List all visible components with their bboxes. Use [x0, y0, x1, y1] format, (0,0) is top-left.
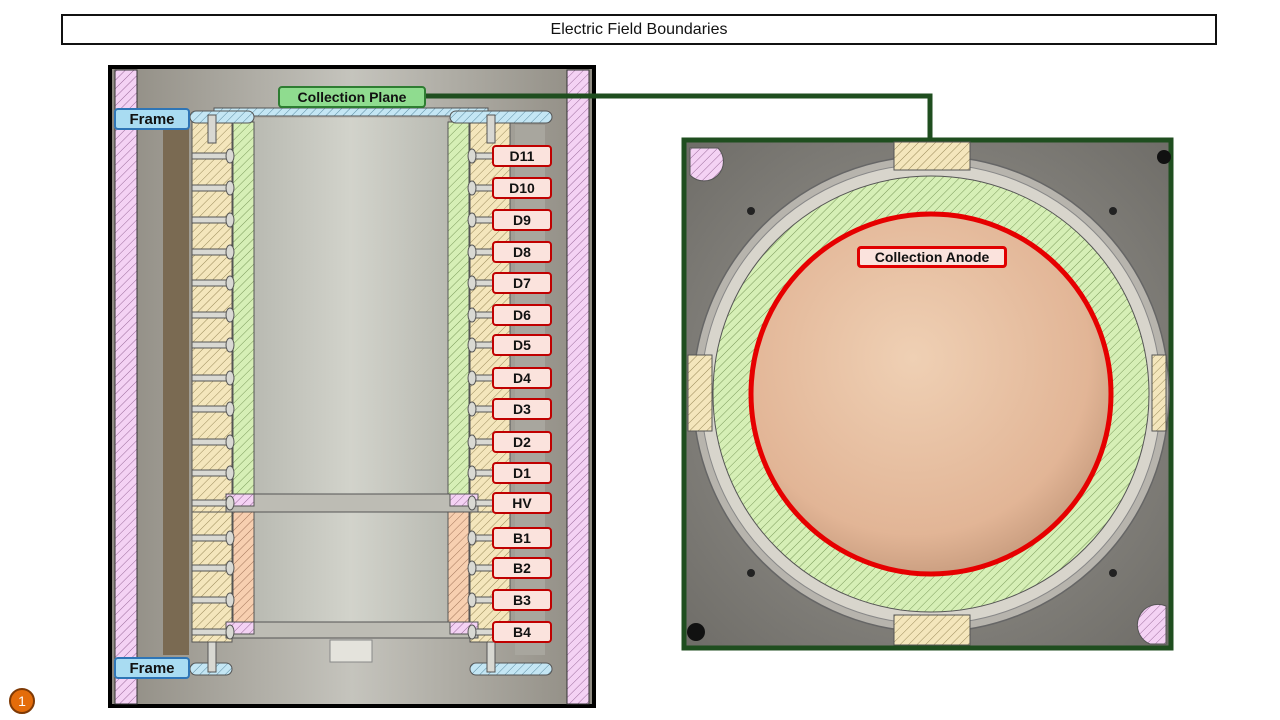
collection-anode-label: Collection Anode [857, 246, 1007, 268]
bolt [191, 499, 231, 507]
bolt-head [225, 592, 235, 608]
bolt [191, 628, 231, 636]
bolt-head [225, 180, 235, 196]
support-rod [163, 125, 189, 655]
drift-electrode-left [232, 121, 255, 495]
bolt [191, 405, 231, 413]
bolt-head [467, 592, 477, 608]
hv-plane [225, 493, 479, 513]
electrode-label-b3: B3 [492, 589, 552, 611]
slide-number-badge: 1 [9, 688, 35, 714]
drift-volume [254, 118, 448, 498]
bolt-head [225, 244, 235, 260]
bolt-head [225, 148, 235, 164]
frame-bottom-label: Frame [114, 657, 190, 679]
electrode-label-d6: D6 [492, 304, 552, 326]
drift-electrode-right [447, 121, 470, 495]
collection-anode-disk [748, 211, 1114, 577]
bottom-electrode-left [232, 511, 255, 625]
collection-plane-label: Collection Plane [278, 86, 426, 108]
bolt [191, 596, 231, 604]
electrode-label-d9: D9 [492, 209, 552, 231]
bolt-head [467, 370, 477, 386]
electrode-label-d5: D5 [492, 334, 552, 356]
frame-wall-right [566, 69, 590, 705]
bolt-head [467, 495, 477, 511]
bolt-head [467, 560, 477, 576]
bolt [191, 152, 231, 160]
electrode-label-d1: D1 [492, 462, 552, 484]
bolt [191, 438, 231, 446]
electrode-label-b1: B1 [492, 527, 552, 549]
bolt [191, 184, 231, 192]
bolt [191, 374, 231, 382]
bolt-head [467, 244, 477, 260]
electrode-label-d4: D4 [492, 367, 552, 389]
bolt [191, 248, 231, 256]
cross-section-diagram [108, 65, 1174, 708]
bolt-head [467, 180, 477, 196]
electrode-label-d3: D3 [492, 398, 552, 420]
bolt-head [225, 212, 235, 228]
bolt-head [467, 212, 477, 228]
bolt [191, 341, 231, 349]
bolt [191, 534, 231, 542]
electrode-label-b2: B2 [492, 557, 552, 579]
electrode-label-d10: D10 [492, 177, 552, 199]
bolt-head [225, 337, 235, 353]
collection-plane-bar [213, 107, 489, 117]
bolt [191, 279, 231, 287]
bolt-head [467, 624, 477, 640]
bolt-head [225, 560, 235, 576]
electrode-label-d2: D2 [492, 431, 552, 453]
bolt-head [467, 401, 477, 417]
electrode-label-d8: D8 [492, 241, 552, 263]
bolt-head [467, 307, 477, 323]
electrode-label-d11: D11 [492, 145, 552, 167]
electrode-label-d7: D7 [492, 272, 552, 294]
bolt-head [467, 337, 477, 353]
frame-top-label: Frame [114, 108, 190, 130]
bolt-head [225, 434, 235, 450]
top-view-detail [681, 137, 1174, 651]
bolt [191, 216, 231, 224]
bolt-head [467, 530, 477, 546]
bolt-head [225, 465, 235, 481]
bolt-head [225, 275, 235, 291]
bolt-head [467, 434, 477, 450]
bolt-head [225, 370, 235, 386]
bottom-electrode-right [447, 511, 470, 625]
electrode-label-b4: B4 [492, 621, 552, 643]
bolt-head [225, 401, 235, 417]
bolt-head [225, 530, 235, 546]
bolt [191, 469, 231, 477]
bolt [191, 311, 231, 319]
bolt-head [225, 495, 235, 511]
bolt-head [467, 275, 477, 291]
frame-wall-left [114, 69, 138, 705]
bolt-head [467, 465, 477, 481]
bolt [191, 564, 231, 572]
bolt-head [225, 624, 235, 640]
electrode-label-hv: HV [492, 492, 552, 514]
bolt-head [467, 148, 477, 164]
bolt-head [225, 307, 235, 323]
